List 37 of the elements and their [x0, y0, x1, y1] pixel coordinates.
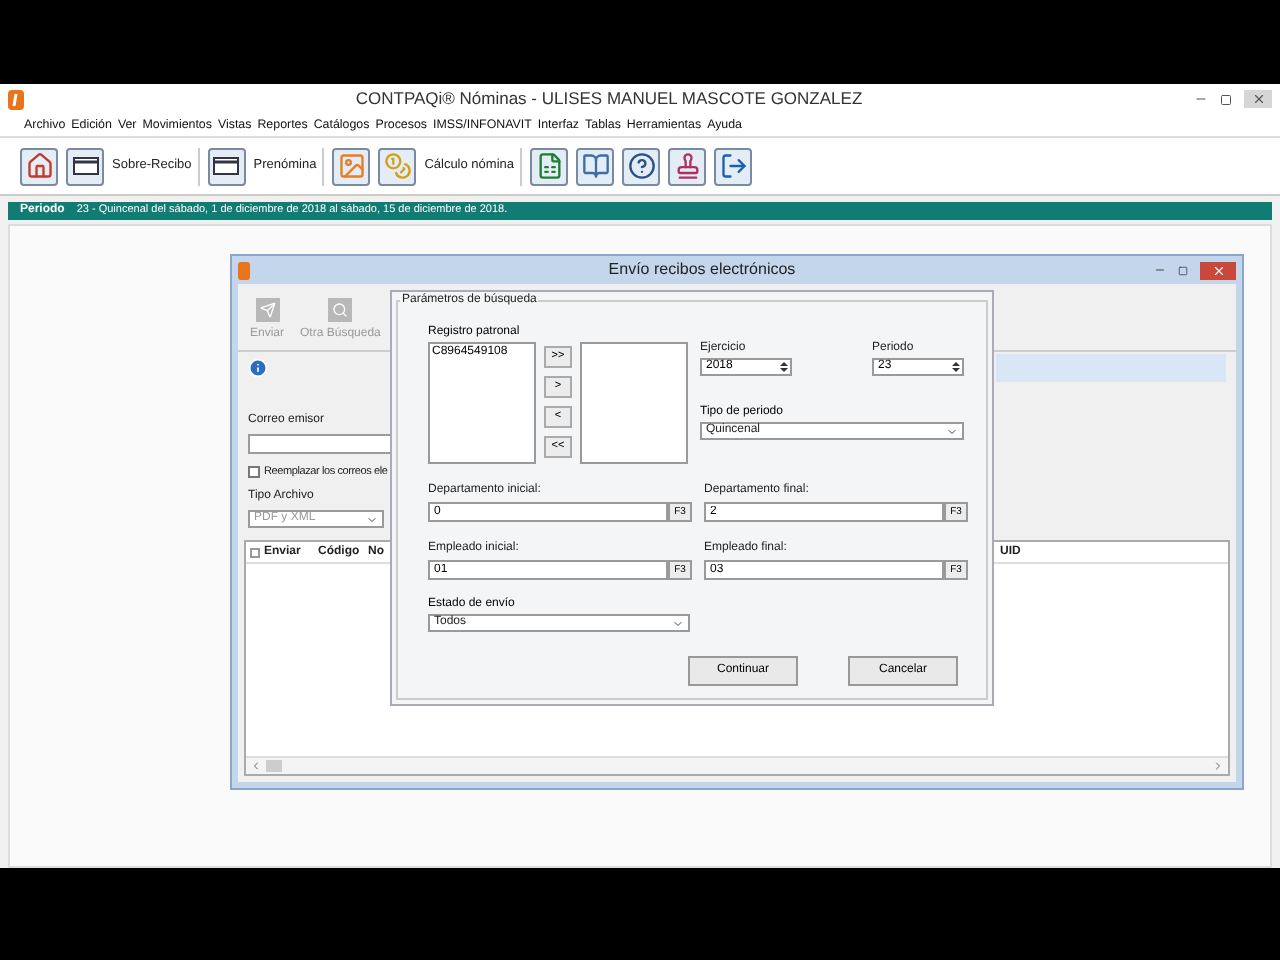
maximize-icon[interactable]: [1178, 265, 1188, 275]
window-title: Envío recibos electrónicos: [606, 258, 798, 282]
checkbox[interactable]: [248, 466, 260, 479]
spinner-arrows-icon: [950, 360, 962, 374]
book-icon: [581, 152, 609, 180]
spreadsheet-icon: [535, 152, 563, 180]
toolbar-button[interactable]: [576, 147, 614, 185]
toolbar-button[interactable]: [207, 147, 246, 185]
toolbar-button[interactable]: [622, 147, 660, 185]
spinner-arrows-icon: [778, 360, 790, 374]
app-logo-icon: [8, 89, 24, 109]
toolbar-button[interactable]: [668, 147, 706, 185]
info-icon: [248, 358, 268, 378]
app-logo-icon: [238, 261, 250, 279]
search-icon: [332, 302, 349, 318]
minimize-icon[interactable]: [1194, 92, 1208, 106]
scroll-thumb[interactable]: [266, 760, 282, 772]
send-icon: [259, 302, 275, 318]
home-icon: [25, 152, 53, 180]
toolbar-button[interactable]: [20, 147, 58, 185]
close-icon: [1211, 263, 1225, 277]
checkbox[interactable]: [250, 547, 260, 558]
minimize-icon[interactable]: [1154, 264, 1166, 276]
picture-icon: [337, 152, 366, 180]
close-button[interactable]: [1244, 90, 1272, 108]
horizontal-scrollbar[interactable]: [246, 756, 1228, 774]
toolbar-button[interactable]: [66, 147, 104, 185]
list-box[interactable]: [580, 342, 688, 464]
coins-icon: [383, 152, 412, 180]
maximize-icon[interactable]: [1220, 93, 1232, 105]
toolbar-button[interactable]: [714, 147, 752, 185]
help-icon: [627, 152, 655, 180]
close-button[interactable]: [1200, 261, 1236, 279]
exit-icon: [719, 152, 747, 180]
window-title: CONTPAQi® Nóminas - ULISES MANUEL MASCOTE GONZALEZ: [353, 86, 865, 112]
close-icon: [1251, 92, 1265, 106]
stamp-icon: [673, 152, 701, 180]
